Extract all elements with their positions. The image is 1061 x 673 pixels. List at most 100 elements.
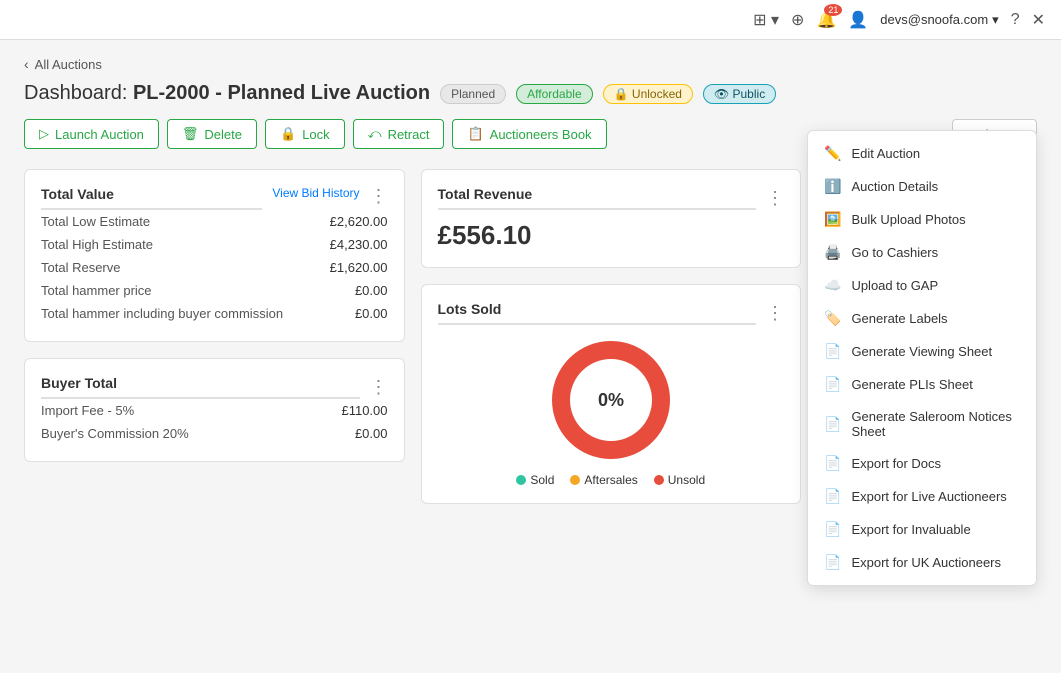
- menu-item-label: Auction Details: [851, 179, 938, 194]
- legend-sold: Sold: [516, 473, 554, 487]
- badge-public: 👁 Public: [703, 84, 776, 104]
- close-icon[interactable]: ✕: [1032, 10, 1045, 30]
- auctioneers-book-button[interactable]: 📋 Auctioneers Book: [452, 119, 606, 149]
- view-bid-history-link[interactable]: View Bid History: [272, 186, 359, 200]
- trash-icon: 🗑: [182, 126, 199, 142]
- menu-item-label: Edit Auction: [851, 146, 920, 161]
- stat-value: £1,620.00: [330, 260, 388, 275]
- menu-item-icon: 📄: [824, 343, 841, 360]
- menu-item-label: Generate PLIs Sheet: [851, 377, 972, 392]
- actions-menu-item[interactable]: ✏️ Edit Auction: [808, 137, 1036, 170]
- actions-menu-item[interactable]: 🖼️ Bulk Upload Photos: [808, 203, 1036, 236]
- menu-item-label: Upload to GAP: [851, 278, 938, 293]
- stat-label: Total High Estimate: [41, 237, 153, 252]
- total-value-row: Total High Estimate £4,230.00: [41, 233, 388, 256]
- launch-auction-button[interactable]: ▷ Launch Auction: [24, 119, 159, 149]
- menu-item-icon: 📄: [824, 554, 841, 571]
- menu-item-icon: 📄: [824, 488, 841, 505]
- stat-label: Total Low Estimate: [41, 214, 150, 229]
- buyer-total-row: Buyer's Commission 20% £0.00: [41, 422, 388, 445]
- svg-text:0%: 0%: [598, 390, 624, 410]
- donut-container: 0% Sold Aftersales Unsold: [438, 335, 785, 487]
- lock-button[interactable]: 🔒 Lock: [265, 119, 345, 149]
- menu-item-label: Export for Docs: [851, 456, 941, 471]
- menu-item-icon: 🏷️: [824, 310, 841, 327]
- sold-dot: [516, 475, 526, 485]
- total-revenue-amount: £556.10: [438, 220, 785, 251]
- lots-sold-title: Lots Sold: [438, 301, 757, 325]
- total-value-card: Total Value View Bid History ⋮ Total Low…: [24, 169, 405, 342]
- menu-item-icon: 🖨️: [824, 244, 841, 261]
- total-value-menu-icon[interactable]: ⋮: [370, 186, 388, 207]
- actions-menu-item[interactable]: 📄Generate Saleroom Notices Sheet: [808, 401, 1036, 447]
- actions-menu-item[interactable]: 📄 Generate Viewing Sheet: [808, 335, 1036, 368]
- actions-dropdown: ✏️ Edit Auction ℹ️ Auction Details 🖼️ Bulk Up…: [807, 130, 1037, 586]
- menu-item-label: Generate Labels: [851, 311, 947, 326]
- stat-value: £0.00: [355, 306, 388, 321]
- legend-aftersales: Aftersales: [570, 473, 637, 487]
- lots-sold-menu-icon[interactable]: ⋮: [766, 303, 784, 324]
- aftersales-label: Aftersales: [584, 473, 637, 487]
- legend-unsold: Unsold: [654, 473, 705, 487]
- user-email[interactable]: devs@snoofa.com ▾: [880, 12, 998, 28]
- sold-label: Sold: [530, 473, 554, 487]
- book-icon: 📋: [467, 126, 483, 142]
- stat-value: £110.00: [341, 403, 387, 418]
- stat-value: £0.00: [355, 426, 388, 441]
- buyer-total-row: Import Fee - 5% £110.00: [41, 399, 388, 422]
- notifications-icon[interactable]: 🔔 21: [816, 10, 836, 30]
- grid-icon[interactable]: ⊞ ▾: [753, 10, 779, 30]
- menu-item-label: Export for Live Auctioneers: [851, 489, 1006, 504]
- badge-unlocked: 🔒 Unlocked: [603, 84, 693, 104]
- menu-item-label: Generate Viewing Sheet: [851, 344, 992, 359]
- donut-legend: Sold Aftersales Unsold: [516, 473, 705, 487]
- retract-icon: ⤺: [368, 126, 382, 142]
- actions-menu-item[interactable]: 📄Export for Invaluable: [808, 513, 1036, 546]
- donut-chart: 0%: [546, 335, 676, 465]
- add-icon[interactable]: ⊕: [791, 10, 804, 30]
- page-title: Dashboard: PL-2000 - Planned Live Auctio…: [24, 82, 430, 105]
- stat-value: £4,230.00: [330, 237, 388, 252]
- help-icon[interactable]: ?: [1011, 11, 1020, 29]
- buyer-total-menu-icon[interactable]: ⋮: [370, 377, 388, 398]
- menu-item-icon: ☁️: [824, 277, 841, 294]
- user-icon: 👤: [848, 10, 868, 30]
- menu-item-icon: ℹ️: [824, 178, 841, 195]
- menu-item-icon: 📄: [824, 376, 841, 393]
- actions-menu-item[interactable]: 📄 Generate PLIs Sheet: [808, 368, 1036, 401]
- delete-button[interactable]: 🗑 Delete: [167, 119, 257, 149]
- menu-item-icon: 🖼️: [824, 211, 841, 228]
- actions-menu-item[interactable]: ☁️ Upload to GAP: [808, 269, 1036, 302]
- unsold-dot: [654, 475, 664, 485]
- menu-item-icon: ✏️: [824, 145, 841, 162]
- breadcrumb[interactable]: ‹ All Auctions: [24, 56, 1037, 72]
- retract-button[interactable]: ⤺ Retract: [353, 119, 445, 149]
- actions-menu-item[interactable]: 📄 Export for Live Auctioneers: [808, 480, 1036, 513]
- lock-icon: 🔒: [280, 126, 296, 142]
- stat-label: Total hammer price: [41, 283, 152, 298]
- buyer-total-rows: Import Fee - 5% £110.00 Buyer's Commission…: [41, 399, 388, 445]
- stat-value: £2,620.00: [330, 214, 388, 229]
- actions-menu-item[interactable]: 🏷️ Generate Labels: [808, 302, 1036, 335]
- total-value-row: Total Reserve £1,620.00: [41, 256, 388, 279]
- menu-item-label: Export for Invaluable: [851, 522, 970, 537]
- total-value-rows: Total Low Estimate £2,620.00 Total High Es…: [41, 210, 388, 325]
- page-header: Dashboard: PL-2000 - Planned Live Auctio…: [24, 82, 1037, 105]
- menu-item-label: Generate Saleroom Notices Sheet: [851, 409, 1020, 439]
- menu-item-label: Bulk Upload Photos: [851, 212, 965, 227]
- stat-label: Import Fee - 5%: [41, 403, 134, 418]
- total-revenue-card: Total Revenue ⋮ £556.10: [421, 169, 802, 268]
- actions-menu-item[interactable]: 📄 Export for UK Auctioneers: [808, 546, 1036, 579]
- stat-label: Total hammer including buyer commission: [41, 306, 283, 321]
- cards-right: Total Revenue ⋮ £556.10 Lots Sold ⋮ 0%: [421, 169, 802, 504]
- actions-menu-item[interactable]: 🖨️ Go to Cashiers: [808, 236, 1036, 269]
- stat-label: Total Reserve: [41, 260, 120, 275]
- menu-item-label: Go to Cashiers: [851, 245, 938, 260]
- breadcrumb-label: All Auctions: [35, 57, 102, 72]
- actions-menu-item[interactable]: ℹ️ Auction Details: [808, 170, 1036, 203]
- total-revenue-menu-icon[interactable]: ⋮: [766, 188, 784, 209]
- stat-label: Buyer's Commission 20%: [41, 426, 189, 441]
- actions-menu-item[interactable]: 📄Export for Docs: [808, 447, 1036, 480]
- stat-value: £0.00: [355, 283, 388, 298]
- menu-item-label: Export for UK Auctioneers: [851, 555, 1001, 570]
